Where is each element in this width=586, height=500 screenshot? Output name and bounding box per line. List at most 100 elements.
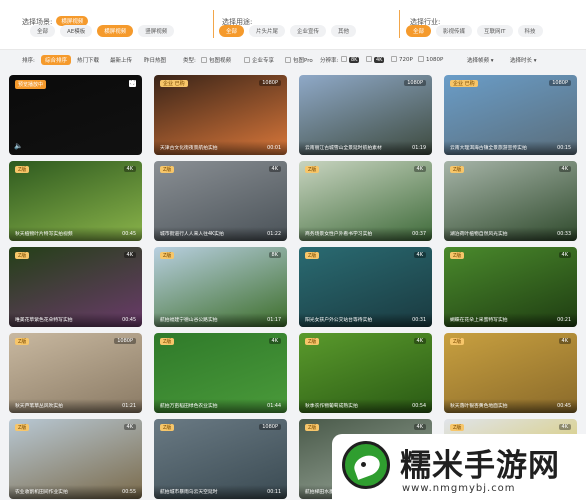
video-card[interactable]: Z版 4K 农业收割机田间作业实拍 00:55 [9,419,142,499]
resolution-option-4k[interactable]: 4K [366,56,385,63]
purpose-options: 全部 片头片尾 企业宣传 其他 [219,18,361,37]
video-title[interactable]: 航拍城市暴雨乌云天空延时 [160,488,260,495]
video-card[interactable]: Z版 1080P 秋天芦苇草丛风吹实拍 01:21 [9,333,142,413]
type-label: 类型: [183,58,196,64]
license-tag: Z版 [15,166,30,173]
framerate-select[interactable]: 选择帧频 ▾ [467,56,494,64]
resolution-badge: 1080P [404,80,426,86]
video-card[interactable]: Z版 4K 秋天植物叶片特写实拍视频 00:45 [9,161,142,241]
license-tag: Z版 [15,424,30,431]
video-title[interactable]: 农业收割机田间作业实拍 [15,488,115,495]
purpose-option-all[interactable]: 全部 [219,25,245,37]
resolution-option-720p[interactable]: 720P [391,56,413,63]
resolution-option-1080p[interactable]: 1080P [418,56,443,63]
scene-option-ae[interactable]: AE模板 [60,25,93,37]
video-title[interactable]: 航拍福建宁德山谷公路实拍 [160,316,260,323]
video-duration: 00:15 [557,146,571,151]
volume-icon[interactable]: 🔈 [14,142,23,150]
video-title[interactable]: 唯美花草紫色花朵特写实拍 [15,316,115,323]
video-card[interactable]: 1080P 云南丽江古城雪山全景延时航拍素材 01:19 [299,75,432,155]
resolution-badge: 4K [123,252,136,258]
sort-bar: 排序: 综合排序 热门下载 最新上传 昨日热图 类型: 包图视频 企业专享 包图… [0,52,586,69]
scene-option-portrait[interactable]: 竖屏视频 [138,25,175,37]
purpose-option-corporate[interactable]: 企业宣传 [290,25,327,37]
video-duration: 00:54 [412,404,426,409]
resolution-badge: 4K [413,338,426,344]
video-card[interactable]: Z版 4K 湖泊荷叶植物自然风光实拍 00:33 [444,161,577,241]
video-card[interactable]: Z版 4K 城市街道行人人来人往4K实拍 01:22 [154,161,287,241]
video-duration: 00:45 [122,232,136,237]
video-title[interactable]: 阳光女孩户外公交站台等待实拍 [305,316,405,323]
license-tag: Z版 [450,338,465,345]
industry-option-media[interactable]: 影视传媒 [436,25,473,37]
fullscreen-icon[interactable]: ⛶ [129,80,136,87]
leaf-shape [351,452,383,480]
license-tag: 企业 已购 [450,80,478,87]
resolution-label: 分辨率: [320,58,339,64]
video-card[interactable]: 企业 已购 1080P 云南大理洱海古镇全景旅游宣传实拍 00:15 [444,75,577,155]
industry-option-tech[interactable]: 科技 [517,25,543,37]
video-title[interactable]: 云南丽江古城雪山全景延时航拍素材 [305,144,405,151]
video-title[interactable]: 云南大理洱海古镇全景旅游宣传实拍 [450,144,550,151]
license-tag: Z版 [15,338,30,345]
type-option-pro[interactable]: 包图Pro [285,56,313,64]
resolution-badge: 4K [413,424,426,430]
video-duration: 00:33 [557,232,571,237]
video-card[interactable]: Z版 1080P 航拍城市暴雨乌云天空延时 00:11 [154,419,287,499]
resolution-badge: 4K [558,338,571,344]
resolution-badge: 4K [558,166,571,172]
chevron-down-icon: ▾ [490,58,494,64]
industry-option-all[interactable]: 全部 [406,25,432,37]
video-card[interactable]: 企业 已购 1080P 天津古文化街夜景航拍实拍 00:01 [154,75,287,155]
video-title[interactable]: 湖泊荷叶植物自然风光实拍 [450,230,550,237]
checkbox-icon [244,57,250,63]
site-watermark: 糯米手游网 www.nmgmybj.com [332,434,586,500]
license-tag: Z版 [160,252,175,259]
video-title[interactable]: 秋天植物叶片特写实拍视频 [15,230,115,237]
type-option-enterprise[interactable]: 企业专享 [244,56,274,64]
video-card[interactable]: 预览播放中 ⛶ 🔈 [9,75,142,155]
checkbox-icon [391,56,397,62]
video-card[interactable]: Z版 4K 商务场景女性户外看书学习实拍 00:37 [299,161,432,241]
purpose-option-other[interactable]: 其他 [331,25,357,37]
industry-option-internet[interactable]: 互联网IT [477,25,513,37]
video-title[interactable]: 天津古文化街夜景航拍实拍 [160,144,260,151]
license-tag: Z版 [160,338,175,345]
resolution-badge: 4K [123,424,136,430]
filter-divider [399,10,400,38]
video-card[interactable]: Z版 4K 秋天落叶银杏黄色地面实拍 00:45 [444,333,577,413]
video-title[interactable]: 秋季农作物葡萄成熟实拍 [305,402,405,409]
sort-option-popular[interactable]: 热门下载 [77,56,99,64]
video-duration: 00:45 [122,318,136,323]
video-card[interactable]: Z版 4K 阳光女孩户外公交站台等待实拍 00:31 [299,247,432,327]
license-tag: Z版 [160,424,175,431]
license-tag: Z版 [305,252,320,259]
license-tag: Z版 [15,252,30,259]
video-duration: 00:11 [267,490,281,495]
purpose-option-intro[interactable]: 片头片尾 [249,25,286,37]
scene-option-all[interactable]: 全部 [30,25,56,37]
watermark-title: 糯米手游网 [400,448,560,484]
video-card[interactable]: Z版 4K 秋季农作物葡萄成熟实拍 00:54 [299,333,432,413]
video-card[interactable]: Z版 4K 唯美花草紫色花朵特写实拍 00:45 [9,247,142,327]
video-title[interactable]: 航拍万亩稻田绿色农业实拍 [160,402,260,409]
industry-options: 全部 影视传媒 互联网IT 科技 [406,18,548,37]
resolution-option-8k[interactable]: 8K [341,56,360,63]
video-card[interactable]: Z版 4K 蝴蝶在花朵上采蜜特写实拍 00:21 [444,247,577,327]
video-title[interactable]: 商务场景女性户外看书学习实拍 [305,230,405,237]
scene-option-landscape[interactable]: 横屏视频 [97,25,134,37]
type-option-baotu[interactable]: 包图视频 [201,56,231,64]
video-card[interactable]: Z版 8K 航拍福建宁德山谷公路实拍 01:17 [154,247,287,327]
video-title[interactable]: 秋天芦苇草丛风吹实拍 [15,402,115,409]
sort-label: 排序: [22,58,35,64]
sort-option-default[interactable]: 综合排序 [41,55,72,65]
sort-option-latest[interactable]: 最新上传 [110,56,132,64]
duration-select[interactable]: 选择时长 ▾ [510,56,537,64]
sort-option-yesterday[interactable]: 昨日热图 [144,56,166,64]
video-title[interactable]: 秋天落叶银杏黄色地面实拍 [450,402,550,409]
video-title[interactable]: 城市街道行人人来人往4K实拍 [160,230,260,237]
video-duration: 00:45 [557,404,571,409]
video-library-page: 选择场景: 横屏视频 全部 AE模板 横屏视频 竖屏视频 选择用途: 全部 片头片尾 企业宣… [0,0,586,500]
video-title[interactable]: 蝴蝶在花朵上采蜜特写实拍 [450,316,550,323]
video-card[interactable]: Z版 4K 航拍万亩稻田绿色农业实拍 01:44 [154,333,287,413]
